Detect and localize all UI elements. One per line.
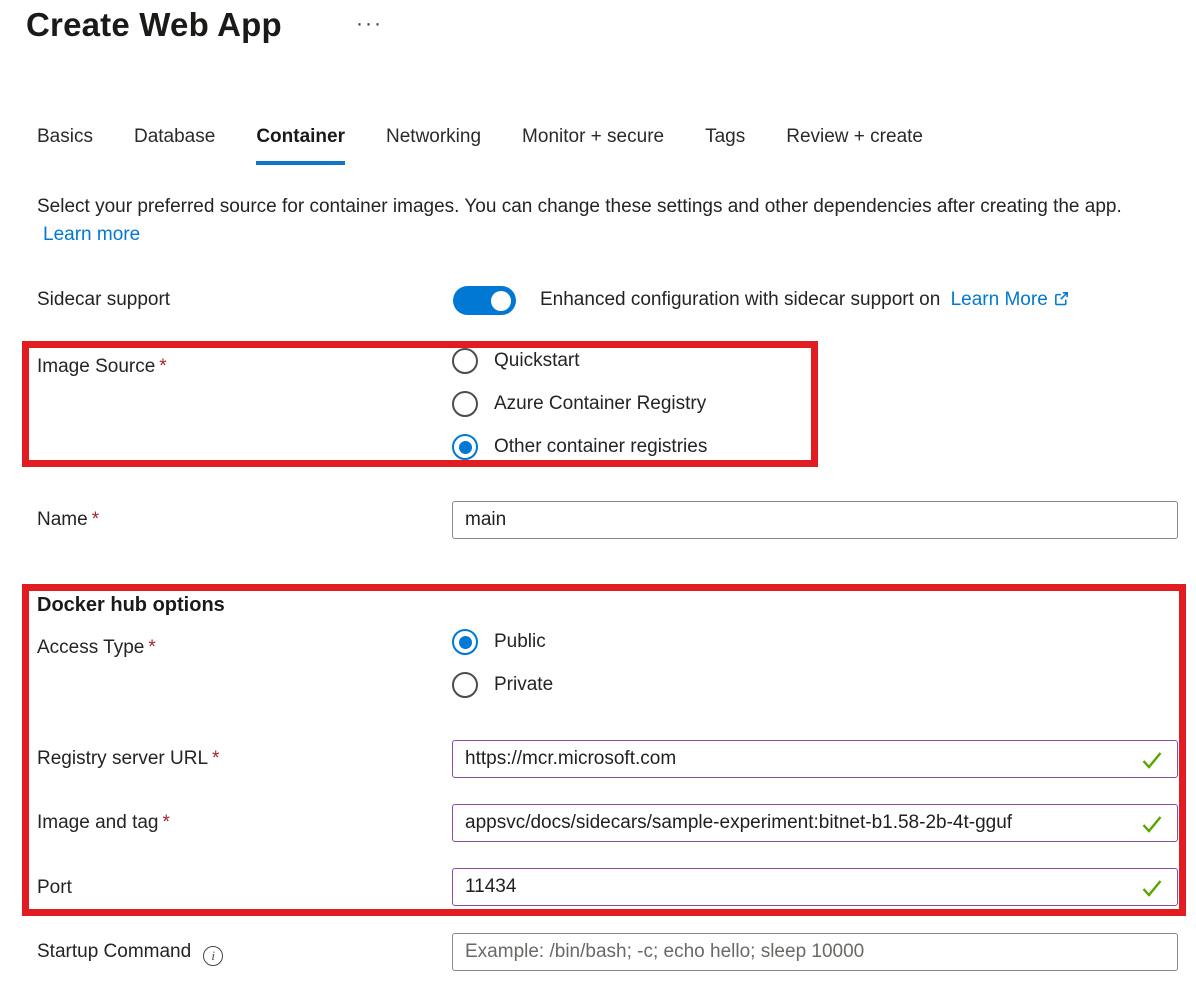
radio-private[interactable]: Private [452, 672, 553, 698]
valid-check-icon [1140, 876, 1164, 900]
info-icon[interactable]: i [203, 946, 223, 966]
name-label-text: Name [37, 509, 88, 530]
image-source-label: Image Source* [37, 356, 167, 378]
startup-command-label: Startup Command i [37, 941, 223, 966]
radio-azure-container-registry[interactable]: Azure Container Registry [452, 391, 707, 417]
radio-circle-icon [452, 348, 478, 374]
tab-tags[interactable]: Tags [705, 126, 745, 165]
radio-azure-container-registry-label: Azure Container Registry [494, 393, 706, 415]
name-label: Name* [37, 509, 99, 531]
valid-check-icon [1140, 812, 1164, 836]
valid-check-icon [1140, 748, 1164, 772]
radio-other-container-registries-label: Other container registries [494, 436, 707, 458]
registry-server-url-label-text: Registry server URL [37, 748, 208, 769]
registry-server-url-input[interactable] [452, 740, 1178, 778]
image-and-tag-input[interactable] [452, 804, 1178, 842]
port-input[interactable] [452, 868, 1178, 906]
required-asterisk: * [162, 812, 169, 833]
required-asterisk: * [212, 748, 219, 769]
radio-circle-selected-icon [452, 629, 478, 655]
startup-command-label-text: Startup Command [37, 941, 191, 962]
page-title: Create Web App [26, 6, 282, 44]
radio-private-label: Private [494, 674, 553, 696]
image-and-tag-label-text: Image and tag [37, 812, 158, 833]
sidecar-learn-more-link[interactable]: Learn More [951, 289, 1048, 310]
toggle-knob-icon [491, 291, 511, 311]
image-source-radio-group: Quickstart Azure Container Registry Othe… [452, 348, 707, 477]
registry-server-url-label: Registry server URL* [37, 748, 219, 770]
intro-learn-more-link[interactable]: Learn more [43, 224, 140, 245]
radio-quickstart[interactable]: Quickstart [452, 348, 707, 374]
access-type-radio-group: Public Private [452, 629, 553, 715]
radio-quickstart-label: Quickstart [494, 350, 580, 372]
tab-networking[interactable]: Networking [386, 126, 481, 165]
startup-command-input[interactable] [452, 933, 1178, 971]
docker-hub-options-heading: Docker hub options [37, 594, 225, 617]
required-asterisk: * [92, 509, 99, 530]
tab-basics[interactable]: Basics [37, 126, 93, 165]
sidecar-support-toggle[interactable] [453, 286, 516, 315]
port-label: Port [37, 877, 72, 899]
sidecar-description-text: Enhanced configuration with sidecar supp… [540, 289, 940, 310]
tab-review-create[interactable]: Review + create [786, 126, 923, 165]
intro-description: Select your preferred source for contain… [37, 196, 1122, 217]
name-input[interactable] [452, 501, 1178, 539]
tab-monitor-secure[interactable]: Monitor + secure [522, 126, 664, 165]
required-asterisk: * [159, 356, 166, 377]
radio-other-container-registries[interactable]: Other container registries [452, 434, 707, 460]
tab-database[interactable]: Database [134, 126, 215, 165]
access-type-label-text: Access Type [37, 637, 144, 658]
radio-public[interactable]: Public [452, 629, 553, 655]
access-type-label: Access Type* [37, 637, 156, 659]
more-options-button[interactable]: ··· [356, 12, 383, 36]
required-asterisk: * [148, 637, 155, 658]
sidecar-support-label: Sidecar support [37, 289, 170, 311]
tab-container[interactable]: Container [256, 126, 345, 165]
image-source-label-text: Image Source [37, 356, 155, 377]
sidecar-description: Enhanced configuration with sidecar supp… [540, 289, 1070, 311]
tab-bar: Basics Database Container Networking Mon… [37, 126, 923, 165]
radio-public-label: Public [494, 631, 546, 653]
radio-circle-selected-icon [452, 434, 478, 460]
image-and-tag-label: Image and tag* [37, 812, 170, 834]
external-link-icon [1053, 290, 1070, 307]
radio-circle-icon [452, 391, 478, 417]
intro-text: Select your preferred source for contain… [37, 193, 1177, 249]
radio-circle-icon [452, 672, 478, 698]
